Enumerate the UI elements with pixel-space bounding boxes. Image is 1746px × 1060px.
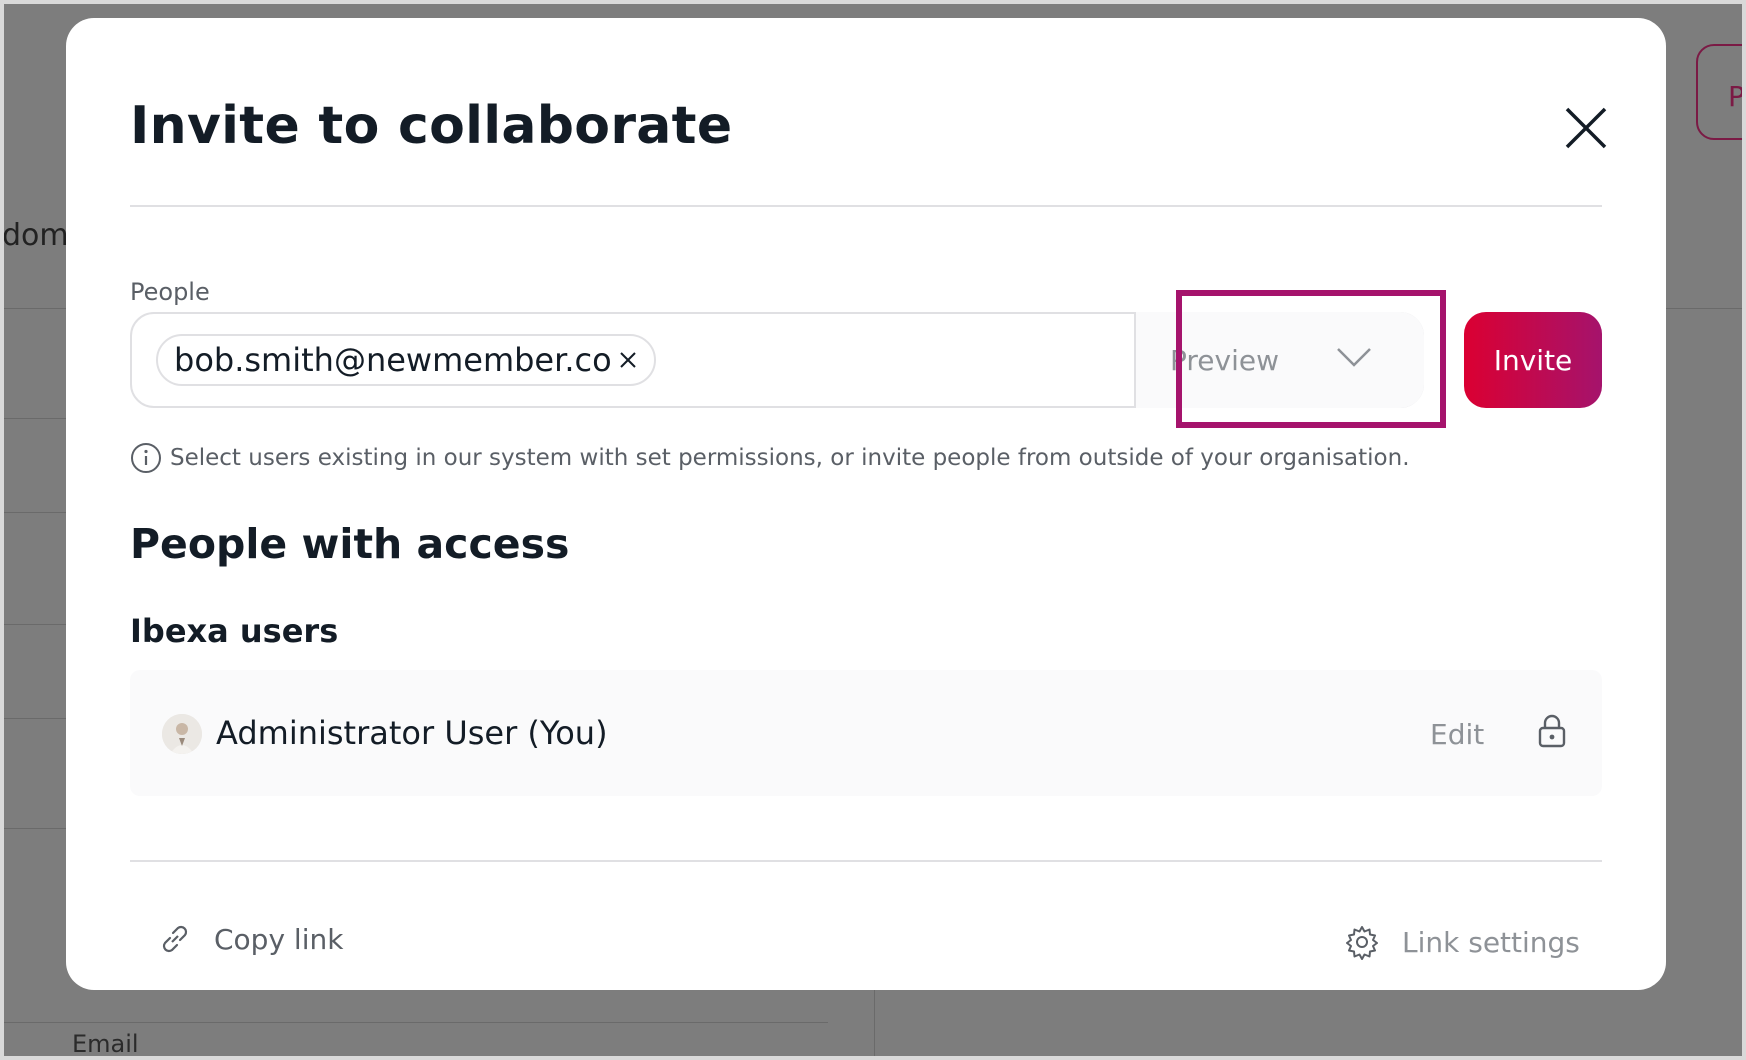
background-divider	[0, 512, 70, 513]
role-select[interactable]: Preview	[1134, 312, 1424, 408]
background-divider	[0, 718, 70, 719]
link-icon	[158, 922, 192, 956]
info-icon	[130, 442, 162, 474]
people-with-access-title: People with access	[130, 520, 570, 568]
avatar	[162, 714, 202, 754]
link-settings-label: Link settings	[1402, 925, 1580, 959]
invite-button[interactable]: Invite	[1464, 312, 1602, 408]
background-divider	[0, 624, 70, 625]
recipient-chip-label: bob.smith@newmember.co	[174, 341, 612, 379]
link-settings-button[interactable]: Link settings	[1344, 924, 1580, 960]
role-select-value: Preview	[1170, 343, 1279, 377]
remove-recipient-button[interactable]	[614, 346, 642, 374]
lock-icon	[1538, 714, 1566, 748]
people-field-label: People	[130, 278, 210, 306]
footer-divider	[130, 860, 1602, 862]
background-vertical-divider	[874, 990, 875, 1060]
user-role: Edit	[1430, 718, 1485, 751]
close-icon	[620, 352, 636, 368]
people-hint-text: Select users existing in our system with…	[170, 445, 1410, 471]
background-button[interactable]: P	[1696, 44, 1746, 140]
user-name: Administrator User (You)	[216, 714, 608, 752]
gear-icon	[1344, 924, 1380, 960]
modal-title: Invite to collaborate	[130, 96, 733, 156]
background-partial-text: dom	[2, 218, 69, 253]
user-group-title: Ibexa users	[130, 612, 339, 650]
recipient-chip: bob.smith@newmember.co	[156, 334, 656, 386]
background-divider	[0, 418, 70, 419]
header-divider	[130, 205, 1602, 207]
user-row: Administrator User (You) Edit	[130, 670, 1602, 796]
close-icon	[1565, 107, 1607, 149]
close-button[interactable]	[1546, 88, 1626, 168]
background-divider	[0, 828, 70, 829]
invite-modal: Invite to collaborate People bob.smith@n…	[66, 18, 1666, 990]
people-hint: Select users existing in our system with…	[130, 442, 1410, 474]
copy-link-button[interactable]: Copy link	[158, 922, 343, 956]
chevron-down-icon	[1337, 348, 1371, 367]
copy-link-label: Copy link	[214, 922, 344, 956]
background-email-label: Email	[72, 1030, 139, 1058]
background-divider	[0, 1022, 828, 1023]
background-divider	[1660, 308, 1746, 309]
background-divider	[0, 308, 70, 309]
